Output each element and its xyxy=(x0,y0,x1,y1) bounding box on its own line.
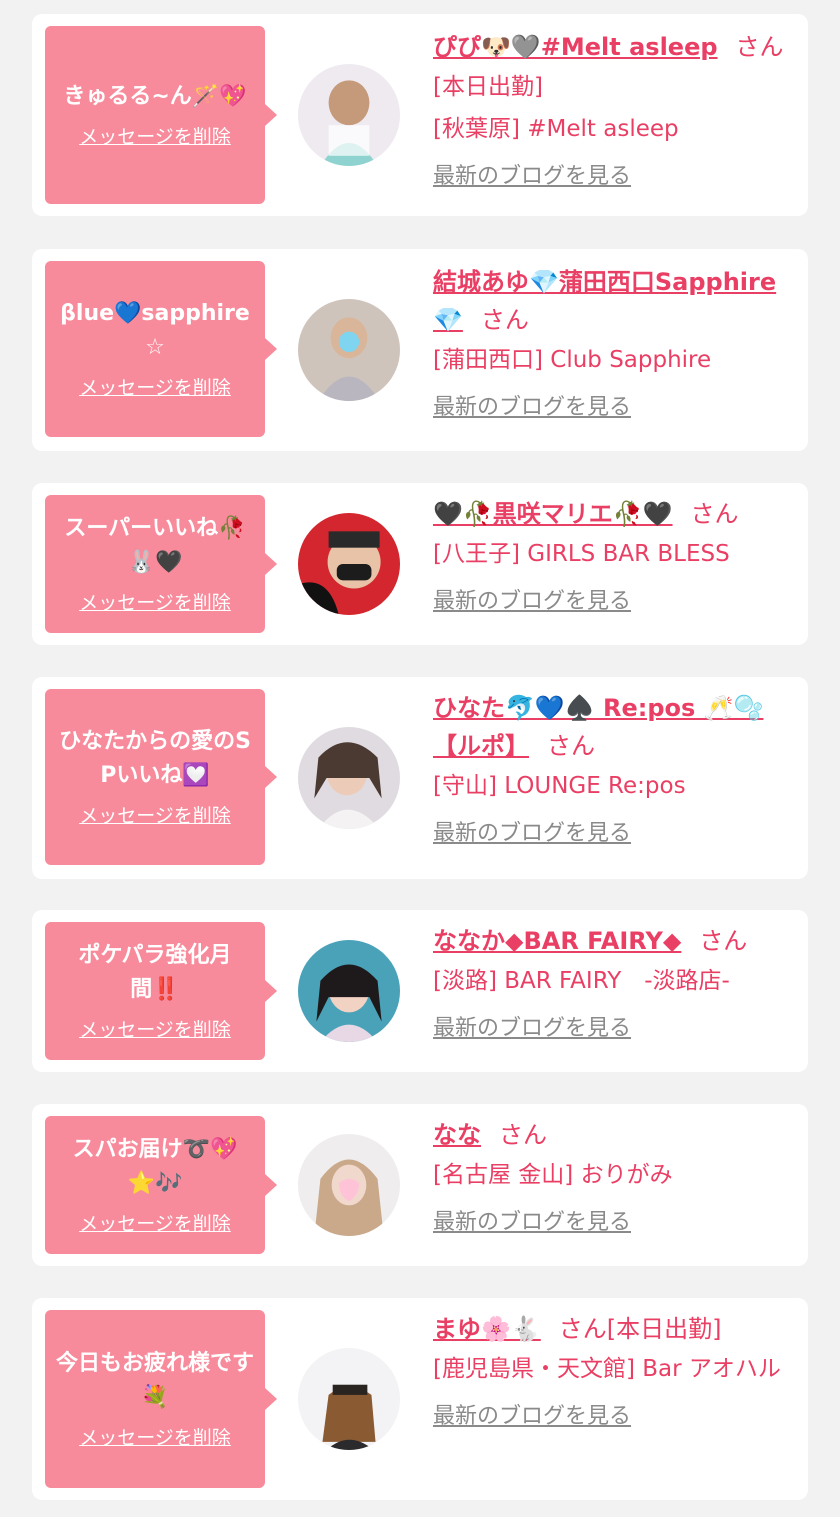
latest-blog-link[interactable]: 最新のブログを見る xyxy=(433,819,631,849)
cast-name-link[interactable]: まゆ🌸🐇 xyxy=(433,1315,541,1343)
cast-info: なな さん [名古屋 金山] おりがみ 最新のブログを見る xyxy=(433,1116,791,1238)
avatar[interactable] xyxy=(298,513,400,615)
message-card: きゅるる~ん🪄💖 メッセージを削除 ぴぴ🐶🩶#Melt asleep さん [本日… xyxy=(32,14,808,216)
cast-name-link[interactable]: 🖤🥀黒咲マリエ🥀🖤 xyxy=(433,500,673,528)
delete-message-link[interactable]: メッセージを削除 xyxy=(79,375,231,401)
status-suffix: [本日出勤] xyxy=(606,1315,722,1343)
honorific-label: さん xyxy=(547,732,595,760)
shop-line: [守山] LOUNGE Re:pos xyxy=(433,773,686,799)
honorific-label: さん xyxy=(690,500,739,528)
avatar[interactable] xyxy=(298,727,400,829)
cast-name-link[interactable]: ぴぴ🐶🩶#Melt asleep xyxy=(433,33,718,61)
message-bubble: きゅるる~ん🪄💖 メッセージを削除 xyxy=(45,26,265,204)
message-card: スパお届け➰💖⭐🎶 メッセージを削除 なな さん [名古屋 金山] おりがみ 最新… xyxy=(32,1104,808,1266)
cast-info: ぴぴ🐶🩶#Melt asleep さん [本日出勤] [秋葉原] #Melt as… xyxy=(433,28,791,192)
cast-info: 🖤🥀黒咲マリエ🥀🖤 さん [八王子] GIRLS BAR BLESS 最新のブログ… xyxy=(433,495,791,617)
message-bubble: ひなたからの愛のSPいいね💟 メッセージを削除 xyxy=(45,689,265,865)
message-text: βlue💙sapphire☆ xyxy=(60,301,250,360)
message-text: スーパーいいね🥀🐰🖤 xyxy=(64,516,246,575)
honorific-label: さん xyxy=(699,927,748,955)
delete-message-link[interactable]: メッセージを削除 xyxy=(79,1425,231,1451)
cast-name-link[interactable]: ななか◆BAR FAIRY◆ xyxy=(433,927,681,955)
message-text: ポケパラ強化月間‼️ xyxy=(78,943,232,1002)
cast-name-line: なな さん xyxy=(433,1116,791,1154)
avatar[interactable] xyxy=(298,1134,400,1236)
cast-name-line: ひなた🐬💙♠️ Re:pos 🥂🫧【ルポ】 さん xyxy=(433,689,791,765)
shop-line: [秋葉原] #Melt asleep xyxy=(433,116,679,142)
message-card: ポケパラ強化月間‼️ メッセージを削除 ななか◆BAR FAIRY◆ さん [淡路… xyxy=(32,910,808,1072)
message-card: 今日もお疲れ様です💐 メッセージを削除 まゆ🌸🐇 さん[本日出勤] [鹿児島県・天… xyxy=(32,1298,808,1500)
avatar[interactable] xyxy=(298,940,400,1042)
shop-line: [名古屋 金山] おりがみ xyxy=(433,1162,673,1188)
delete-message-link[interactable]: メッセージを削除 xyxy=(79,590,231,616)
delete-message-link[interactable]: メッセージを削除 xyxy=(79,1017,231,1043)
honorific-label: さん xyxy=(558,1315,607,1343)
avatar[interactable] xyxy=(298,299,400,401)
status-line: [本日出勤] xyxy=(433,74,543,100)
honorific-label: さん xyxy=(499,1121,547,1149)
shop-line: [淡路] BAR FAIRY -淡路店- xyxy=(433,968,730,994)
cast-name-link[interactable]: なな xyxy=(433,1121,481,1149)
cast-name-link[interactable]: ひなた🐬💙♠️ Re:pos 🥂🫧【ルポ】 xyxy=(433,694,763,760)
cast-name-line: まゆ🌸🐇 さん[本日出勤] xyxy=(433,1310,791,1348)
message-bubble: スーパーいいね🥀🐰🖤 メッセージを削除 xyxy=(45,495,265,633)
shop-line: [鹿児島県・天文館] Bar アオハル xyxy=(433,1356,781,1382)
message-bubble: ポケパラ強化月間‼️ メッセージを削除 xyxy=(45,922,265,1060)
message-card: スーパーいいね🥀🐰🖤 メッセージを削除 🖤🥀黒咲マリエ🥀🖤 さん [八王子] GI… xyxy=(32,483,808,645)
latest-blog-link[interactable]: 最新のブログを見る xyxy=(433,162,631,192)
honorific-label: さん xyxy=(480,306,529,334)
message-bubble: スパお届け➰💖⭐🎶 メッセージを削除 xyxy=(45,1116,265,1254)
latest-blog-link[interactable]: 最新のブログを見る xyxy=(433,587,631,617)
message-card: βlue💙sapphire☆ メッセージを削除 結城あゆ💎蒲田西口Sapphir… xyxy=(32,249,808,451)
delete-message-link[interactable]: メッセージを削除 xyxy=(79,1211,231,1237)
message-bubble: βlue💙sapphire☆ メッセージを削除 xyxy=(45,261,265,437)
cast-name-line: ぴぴ🐶🩶#Melt asleep さん xyxy=(433,28,791,66)
latest-blog-link[interactable]: 最新のブログを見る xyxy=(433,1014,631,1044)
message-card: ひなたからの愛のSPいいね💟 メッセージを削除 ひなた🐬💙♠️ Re:pos 🥂… xyxy=(32,677,808,879)
message-text: ひなたからの愛のSPいいね💟 xyxy=(59,729,251,788)
cast-info: まゆ🌸🐇 さん[本日出勤] [鹿児島県・天文館] Bar アオハル 最新のブログを… xyxy=(433,1310,791,1432)
shop-line: [八王子] GIRLS BAR BLESS xyxy=(433,541,730,567)
message-bubble: 今日もお疲れ様です💐 メッセージを削除 xyxy=(45,1310,265,1488)
avatar[interactable] xyxy=(298,1348,400,1450)
cast-info: 結城あゆ💎蒲田西口Sapphire💎 さん [蒲田西口] Club Sapphir… xyxy=(433,263,791,423)
message-text: 今日もお疲れ様です💐 xyxy=(55,1351,254,1410)
latest-blog-link[interactable]: 最新のブログを見る xyxy=(433,393,631,423)
cast-name-line: 🖤🥀黒咲マリエ🥀🖤 さん xyxy=(433,495,791,533)
latest-blog-link[interactable]: 最新のブログを見る xyxy=(433,1208,631,1238)
latest-blog-link[interactable]: 最新のブログを見る xyxy=(433,1402,631,1432)
cast-info: ななか◆BAR FAIRY◆ さん [淡路] BAR FAIRY -淡路店- 最新… xyxy=(433,922,791,1044)
message-text: きゅるる~ん🪄💖 xyxy=(63,84,247,109)
delete-message-link[interactable]: メッセージを削除 xyxy=(79,124,231,150)
cast-info: ひなた🐬💙♠️ Re:pos 🥂🫧【ルポ】 さん [守山] LOUNGE Re:p… xyxy=(433,689,791,849)
shop-line: [蒲田西口] Club Sapphire xyxy=(433,347,712,373)
message-text: スパお届け➰💖⭐🎶 xyxy=(72,1137,238,1196)
cast-name-line: 結城あゆ💎蒲田西口Sapphire💎 さん xyxy=(433,263,791,339)
delete-message-link[interactable]: メッセージを削除 xyxy=(79,803,231,829)
cast-name-line: ななか◆BAR FAIRY◆ さん xyxy=(433,922,791,960)
avatar[interactable] xyxy=(298,64,400,166)
honorific-label: さん xyxy=(735,33,784,61)
